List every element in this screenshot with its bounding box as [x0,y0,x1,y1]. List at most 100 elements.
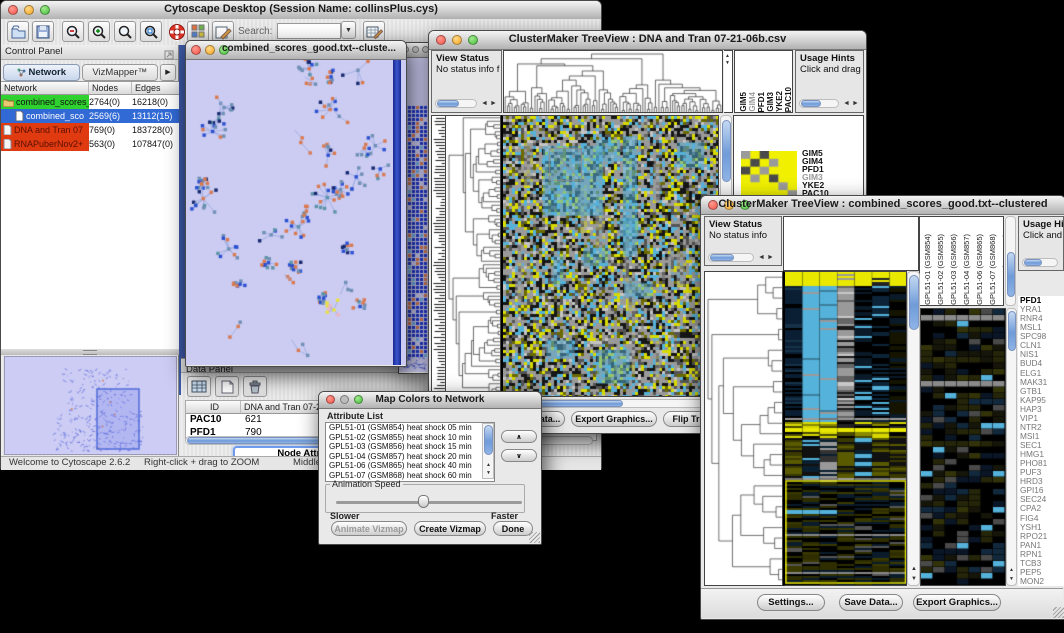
scroll-left-icon[interactable]: ◄ [843,100,850,107]
network-view-title-bar[interactable]: combined_scores_good.txt--cluste... [186,41,406,60]
zoom-out-icon[interactable] [62,21,84,42]
column-label[interactable]: PAC10 [784,87,793,112]
tab-overflow-button[interactable]: ▶ [160,64,176,81]
attribute-item[interactable]: GPL51-04 (GSM857) heat shock 20 min [326,452,494,462]
network-row-selected[interactable]: combined_sco 2569(6) 13112(15) [1,109,179,123]
scroll-left-icon[interactable]: ◄ [758,254,765,261]
scroll-down-icon[interactable]: ▼ [1009,576,1014,583]
column-label[interactable]: PFD1 [757,92,766,112]
scroll-right-icon[interactable]: ► [490,100,497,107]
column-label[interactable]: GPL51-01 (GSM854) [922,234,933,305]
close-button[interactable] [191,45,201,55]
tv2-labels-vscrollbar[interactable] [1005,216,1016,306]
network-row[interactable]: combined_scores_ 2764(0) 16218(0) [1,95,179,109]
vizmapper-grid-icon[interactable] [187,21,209,42]
speed-slider-thumb[interactable] [418,495,429,508]
delete-attribute-icon[interactable] [243,376,267,397]
column-label[interactable]: GPL51-03 (GSM856) [948,234,959,305]
minimize-button[interactable] [205,45,215,55]
column-label[interactable]: GPL51-06 (GSM865) [974,234,985,305]
help-lifesaver-icon[interactable] [166,21,188,42]
zoom-in-icon[interactable] [88,21,110,42]
tv2-column-dendrogram[interactable] [783,216,919,271]
tv1-scroll-strip[interactable]: ▲ ▼ [724,50,733,113]
open-file-icon[interactable] [7,21,29,42]
annotation-icon[interactable] [212,21,234,42]
tv2-heatmap-vscrollbar[interactable]: ▲ ▼ [907,271,920,586]
tv1-column-dendrogram[interactable] [503,50,723,113]
tv1-export-graphics-button[interactable]: Export Graphics... [571,411,657,427]
speed-slider[interactable] [336,501,522,504]
scroll-up-icon[interactable]: ▲ [486,462,491,469]
resize-grip[interactable] [529,532,540,543]
panel-divider[interactable] [1,349,179,355]
col-nodes[interactable]: Nodes [89,82,132,95]
view-status-scrollbar[interactable] [435,99,477,108]
network-row[interactable]: RNAPuberNov2+ 563(0) 107847(0) [1,137,179,151]
network-canvas[interactable] [186,60,404,365]
attribute-item[interactable]: GPL51-06 (GSM865) heat shock 40 min [326,461,494,471]
attribute-table-icon[interactable] [363,21,385,42]
minimize-button[interactable] [412,46,419,53]
treeview1-title-bar[interactable]: ClusterMaker TreeView : DNA and Tran 07-… [429,31,866,50]
zoom-fit-icon[interactable] [114,21,136,42]
search-input[interactable] [277,23,341,39]
scroll-up-icon[interactable]: ▲ [725,53,730,60]
column-label[interactable]: GPL51-02 (GSM855) [935,234,946,305]
network-overview[interactable] [4,356,177,455]
usage-hints-scrollbar[interactable] [1022,258,1058,267]
tab-network[interactable]: Network [3,64,80,81]
column-label[interactable]: YKE2 [775,91,784,112]
column-label[interactable]: GPL51-08 (GSM872) [1000,234,1004,305]
tv2-heatmap[interactable] [783,271,907,586]
done-button[interactable]: Done [493,521,533,536]
tv2-settings-button[interactable]: Settings... [757,594,825,611]
tv2-detail-heatmap[interactable] [920,308,1006,586]
data-col-id[interactable]: ID [186,401,241,414]
scroll-up-icon[interactable]: ▲ [1009,567,1014,574]
attribute-item[interactable]: GPL51-03 (GSM856) heat shock 15 min [326,442,494,452]
tv2-export-graphics-button[interactable]: Export Graphics... [913,594,1001,611]
attribute-listbox[interactable]: GPL51-01 (GSM854) heat shock 05 min GPL51… [325,422,495,482]
tv1-similarity-matrix[interactable] [741,151,797,198]
tab-vizmapper[interactable]: VizMapper™ [82,64,159,81]
main-title-bar[interactable]: Cytoscape Desktop (Session Name: collins… [1,1,601,20]
table-mode-icon[interactable] [187,376,211,397]
network-vscrollbar[interactable] [393,60,401,365]
tv1-heatmap[interactable] [501,115,719,397]
save-icon[interactable] [32,21,54,42]
tv2-save-data-button[interactable]: Save Data... [839,594,903,611]
column-label[interactable]: GPL51-04 (GSM857) [961,234,972,305]
move-up-button[interactable]: ∧ [501,430,537,443]
overview-canvas[interactable] [5,357,174,452]
scroll-right-icon[interactable]: ► [767,254,774,261]
animate-vizmap-button[interactable]: Animate Vizmap [331,521,407,536]
attribute-list-vscrollbar[interactable]: ▲ ▼ [482,423,494,479]
gene-label[interactable]: MON2 [1020,577,1064,586]
zoom-selected-icon[interactable] [140,21,162,42]
column-label[interactable]: GPL51-07 (GSM868) [987,234,998,305]
new-attribute-icon[interactable] [215,376,239,397]
attribute-item[interactable]: GPL51-01 (GSM854) heat shock 05 min [326,423,494,433]
tv1-row-dendrogram[interactable] [446,115,501,397]
float-panel-icon[interactable] [164,47,174,65]
tv2-row-dendrogram[interactable] [704,271,783,586]
scroll-right-icon[interactable]: ► [852,100,859,107]
column-label[interactable]: GIM4 [748,92,757,112]
col-network[interactable]: Network [1,82,89,95]
resize-grip[interactable] [1053,607,1064,618]
col-edges[interactable]: Edges [132,82,179,95]
network-row[interactable]: DNA and Tran 07 769(0) 183728(0) [1,123,179,137]
view-status-scrollbar[interactable] [708,253,754,262]
column-label[interactable]: GIM5 [739,92,748,112]
scroll-down-icon[interactable]: ▼ [486,470,491,477]
tv2-detail-vscrollbar[interactable]: ▲ ▼ [1006,308,1017,586]
map-dialog-title-bar[interactable]: Map Colors to Network [319,392,541,409]
scroll-down-icon[interactable]: ▼ [911,576,917,583]
treeview2-title-bar[interactable]: ClusterMaker TreeView : combined_scores_… [701,196,1064,215]
create-vizmap-button[interactable]: Create Vizmap [414,521,486,536]
scroll-up-icon[interactable]: ▲ [911,566,917,573]
usage-hints-scrollbar[interactable] [799,99,839,108]
move-down-button[interactable]: ∨ [501,449,537,462]
scroll-down-icon[interactable]: ▼ [725,60,730,67]
